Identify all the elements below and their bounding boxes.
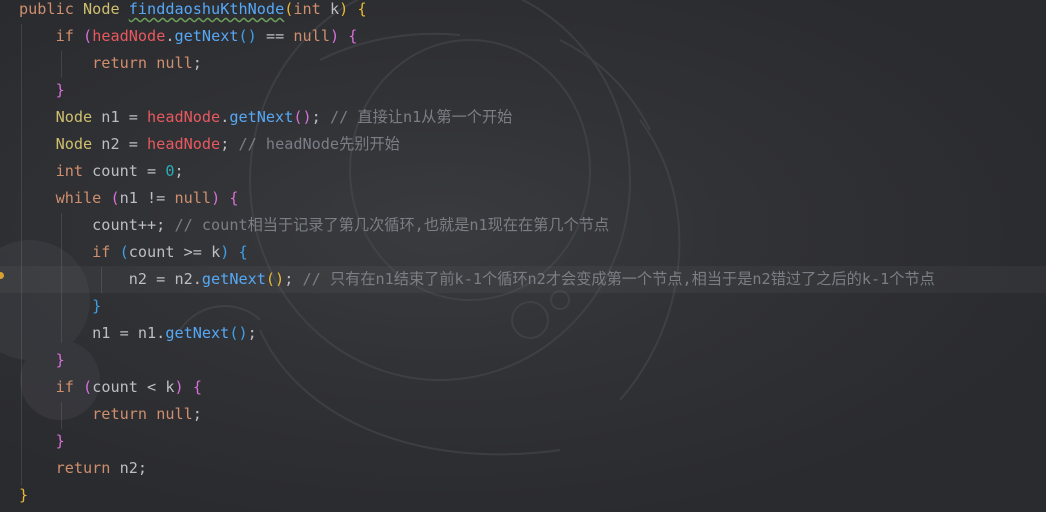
- code-line-9[interactable]: count++; // count相当于记录了第几次循环,也就是n1现在在第几个…: [19, 212, 935, 239]
- code-area[interactable]: public Node finddaoshuKthNode(int k) { i…: [19, 0, 935, 509]
- keyword: null: [293, 27, 330, 45]
- parameter: k: [329, 0, 340, 18]
- method-call: getNext: [229, 108, 294, 126]
- statement: n2;: [110, 459, 148, 477]
- punctuation: ;: [174, 162, 184, 180]
- paren: ): [211, 189, 221, 207]
- declaration: count =: [83, 162, 166, 180]
- punctuation: ;: [284, 270, 294, 288]
- paren: (: [110, 189, 120, 207]
- brace: }: [55, 432, 65, 450]
- code-line-4[interactable]: }: [19, 77, 935, 104]
- method-call: getNext: [174, 27, 239, 45]
- declaration: n2 =: [92, 135, 148, 153]
- comment: // count相当于记录了第几次循环,也就是n1现在在第几个节点: [174, 216, 610, 234]
- paren: (: [83, 378, 93, 396]
- keyword: public: [19, 0, 74, 18]
- assignment: n1 = n1.: [92, 324, 166, 342]
- code-editor[interactable]: public Node finddaoshuKthNode(int k) { i…: [0, 0, 1046, 512]
- code-line-3[interactable]: return null;: [19, 50, 935, 77]
- paren: (: [284, 0, 294, 18]
- punctuation: .: [165, 27, 175, 45]
- code-line-16[interactable]: return null;: [19, 401, 935, 428]
- assignment: n2 = n2.: [128, 270, 202, 288]
- code-line-10[interactable]: if (count >= k) {: [19, 239, 935, 266]
- field-name: headNode: [92, 27, 166, 45]
- keyword: int: [55, 162, 84, 180]
- method-name: finddaoshuKthNode: [128, 0, 285, 18]
- code-line-2[interactable]: if (headNode.getNext() == null) {: [19, 23, 935, 50]
- method-call: getNext: [165, 324, 230, 342]
- paren: ): [339, 0, 349, 18]
- condition: n1 !=: [119, 189, 175, 207]
- code-line-15[interactable]: if (count < k) {: [19, 374, 935, 401]
- code-line-11[interactable]: n2 = n2.getNext(); // 只有在n1结束了前k-1个循环n2才…: [19, 266, 935, 293]
- field-name: headNode: [147, 108, 221, 126]
- keyword: return: [55, 459, 111, 477]
- punctuation: ;: [311, 108, 321, 126]
- brace: }: [55, 81, 65, 99]
- paren: (): [238, 27, 257, 45]
- code-line-1[interactable]: public Node finddaoshuKthNode(int k) {: [19, 0, 935, 23]
- code-line-13[interactable]: n1 = n1.getNext();: [19, 320, 935, 347]
- brace: }: [19, 486, 29, 504]
- parameter: k: [165, 378, 175, 396]
- method-call: getNext: [201, 270, 266, 288]
- operator: ==: [256, 27, 294, 45]
- paren: ): [220, 243, 230, 261]
- declaration: n1 =: [92, 108, 148, 126]
- comment: // 只有在n1结束了前k-1个循环n2才会变成第一个节点,相当于是n2错过了之…: [302, 270, 935, 288]
- paren: ): [329, 27, 340, 45]
- condition: count <: [92, 378, 166, 396]
- punctuation: ;: [220, 135, 230, 153]
- keyword: int: [293, 0, 321, 18]
- code-line-12[interactable]: }: [19, 293, 935, 320]
- keyword: null: [156, 54, 193, 72]
- brace: {: [192, 378, 202, 396]
- comment: // headNode先别开始: [238, 135, 400, 153]
- condition: count >=: [128, 243, 212, 261]
- brace: {: [238, 243, 248, 261]
- paren: (): [229, 324, 248, 342]
- paren: (: [119, 243, 129, 261]
- code-line-14[interactable]: }: [19, 347, 935, 374]
- field-name: headNode: [147, 135, 221, 153]
- brace: {: [229, 189, 239, 207]
- brace: {: [357, 0, 367, 18]
- keyword: return: [92, 405, 148, 423]
- keyword: null: [174, 189, 212, 207]
- paren: (): [265, 270, 285, 288]
- paren: (: [83, 27, 93, 45]
- type-name: Node: [55, 108, 93, 126]
- brace: }: [92, 297, 102, 315]
- punctuation: ;: [247, 324, 257, 342]
- code-line-6[interactable]: Node n2 = headNode; // headNode先别开始: [19, 131, 935, 158]
- parameter: k: [211, 243, 221, 261]
- code-line-5[interactable]: Node n1 = headNode.getNext(); // 直接让n1从第…: [19, 104, 935, 131]
- punctuation: ;: [192, 405, 202, 423]
- statement: count++;: [92, 216, 166, 234]
- keyword: while: [55, 189, 102, 207]
- keyword: if: [92, 243, 111, 261]
- paren: (): [293, 108, 312, 126]
- keyword: if: [55, 27, 74, 45]
- comment: // 直接让n1从第一个开始: [329, 108, 513, 126]
- keyword: null: [156, 405, 193, 423]
- keyword: if: [55, 378, 74, 396]
- code-line-17[interactable]: }: [19, 428, 935, 455]
- type-name: Node: [83, 0, 120, 18]
- brace: {: [348, 27, 358, 45]
- code-line-19[interactable]: }: [19, 482, 935, 509]
- punctuation: .: [220, 108, 230, 126]
- code-line-8[interactable]: while (n1 != null) {: [19, 185, 935, 212]
- code-line-18[interactable]: return n2;: [19, 455, 935, 482]
- keyword: return: [92, 54, 148, 72]
- brace: }: [55, 351, 65, 369]
- paren: ): [174, 378, 184, 396]
- code-line-7[interactable]: int count = 0;: [19, 158, 935, 185]
- type-name: Node: [55, 135, 93, 153]
- punctuation: ;: [192, 54, 202, 72]
